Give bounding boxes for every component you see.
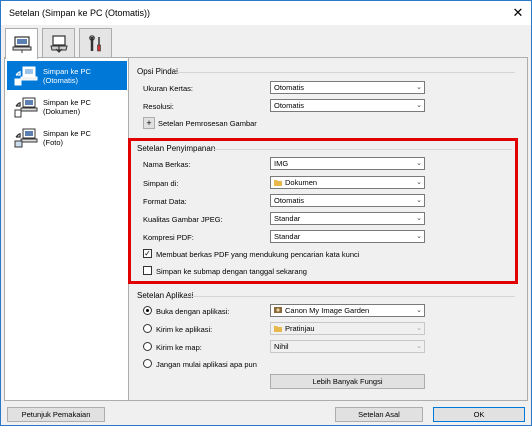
paper-size-value: Otomatis bbox=[274, 83, 305, 92]
group-divider bbox=[185, 296, 515, 297]
save-to-pc-icon bbox=[13, 95, 39, 119]
window-title: Setelan (Simpan ke PC (Otomatis)) bbox=[9, 8, 151, 18]
send-to-app-value: Pratinjau bbox=[285, 324, 315, 333]
tab-scan-from-panel[interactable] bbox=[42, 28, 75, 58]
save-to-pc-icon bbox=[13, 64, 39, 88]
chevron-down-icon: ⌄ bbox=[416, 325, 422, 332]
computer-icon bbox=[12, 36, 31, 53]
scanner-icon bbox=[49, 34, 68, 53]
image-processing-label: Setelan Pemrosesan Gambar bbox=[158, 119, 257, 128]
expand-image-processing-button[interactable]: + bbox=[143, 117, 155, 129]
chevron-down-icon: ⌄ bbox=[416, 343, 422, 350]
resolution-select[interactable]: Otomatis ⌄ bbox=[270, 99, 425, 112]
do-not-start-radio[interactable] bbox=[143, 359, 152, 368]
open-with-value: Canon My Image Garden bbox=[285, 306, 370, 315]
send-to-app-label: Kirim ke aplikasi: bbox=[156, 325, 213, 334]
close-icon[interactable]: ✕ bbox=[509, 4, 527, 21]
paper-size-select[interactable]: Otomatis ⌄ bbox=[270, 81, 425, 94]
tools-icon bbox=[88, 34, 101, 51]
tab-scan-from-computer[interactable] bbox=[5, 28, 38, 59]
chevron-down-icon: ⌄ bbox=[416, 84, 422, 91]
help-button[interactable]: Petunjuk Pemakaian bbox=[7, 407, 105, 422]
title-bar: Setelan (Simpan ke PC (Otomatis)) ✕ bbox=[1, 1, 531, 25]
open-with-radio[interactable] bbox=[143, 306, 152, 315]
highlight-box bbox=[128, 138, 518, 284]
ok-button[interactable]: OK bbox=[433, 407, 525, 422]
tab-bar bbox=[1, 25, 531, 59]
group-divider bbox=[175, 72, 515, 73]
sidebar-item-save-photo[interactable]: Simpan ke PC (Foto) bbox=[7, 123, 127, 152]
sidebar-item-save-auto[interactable]: Simpan ke PC (Otomatis) bbox=[7, 61, 127, 90]
defaults-button[interactable]: Setelan Asal bbox=[335, 407, 423, 422]
open-with-select[interactable]: Canon My Image Garden ⌄ bbox=[270, 304, 425, 317]
send-to-app-radio[interactable] bbox=[143, 324, 152, 333]
settings-window: Setelan (Simpan ke PC (Otomatis)) ✕ Simp… bbox=[0, 0, 532, 426]
chevron-down-icon: ⌄ bbox=[416, 102, 422, 109]
resolution-value: Otomatis bbox=[274, 101, 305, 110]
scan-options-title: Opsi Pindai bbox=[137, 67, 178, 76]
send-to-folder-radio[interactable] bbox=[143, 342, 152, 351]
send-to-folder-label: Kirim ke map: bbox=[156, 343, 202, 352]
send-to-folder-select[interactable]: Nihil ⌄ bbox=[270, 340, 425, 353]
sidebar-item-label: Simpan ke PC (Dokumen) bbox=[43, 97, 91, 116]
my-image-garden-icon bbox=[274, 306, 282, 317]
sidebar: Simpan ke PC (Otomatis) Simpan ke PC (Do… bbox=[5, 58, 129, 400]
do-not-start-label: Jangan mulai aplikasi apa pun bbox=[156, 360, 257, 369]
chevron-down-icon: ⌄ bbox=[416, 307, 422, 314]
resolution-label: Resolusi: bbox=[143, 102, 174, 111]
send-to-folder-value: Nihil bbox=[274, 342, 289, 351]
open-with-label: Buka dengan aplikasi: bbox=[156, 307, 230, 316]
tab-general-settings[interactable] bbox=[79, 28, 112, 58]
paper-size-label: Ukuran Kertas: bbox=[143, 84, 194, 93]
save-to-pc-icon bbox=[13, 126, 39, 150]
sidebar-item-label: Simpan ke PC (Otomatis) bbox=[43, 66, 91, 85]
more-functions-button[interactable]: Lebih Banyak Fungsi bbox=[270, 374, 425, 389]
sidebar-item-save-document[interactable]: Simpan ke PC (Dokumen) bbox=[7, 92, 127, 121]
send-to-app-select[interactable]: Pratinjau ⌄ bbox=[270, 322, 425, 335]
sidebar-item-label: Simpan ke PC (Foto) bbox=[43, 128, 91, 147]
folder-icon bbox=[274, 324, 282, 335]
